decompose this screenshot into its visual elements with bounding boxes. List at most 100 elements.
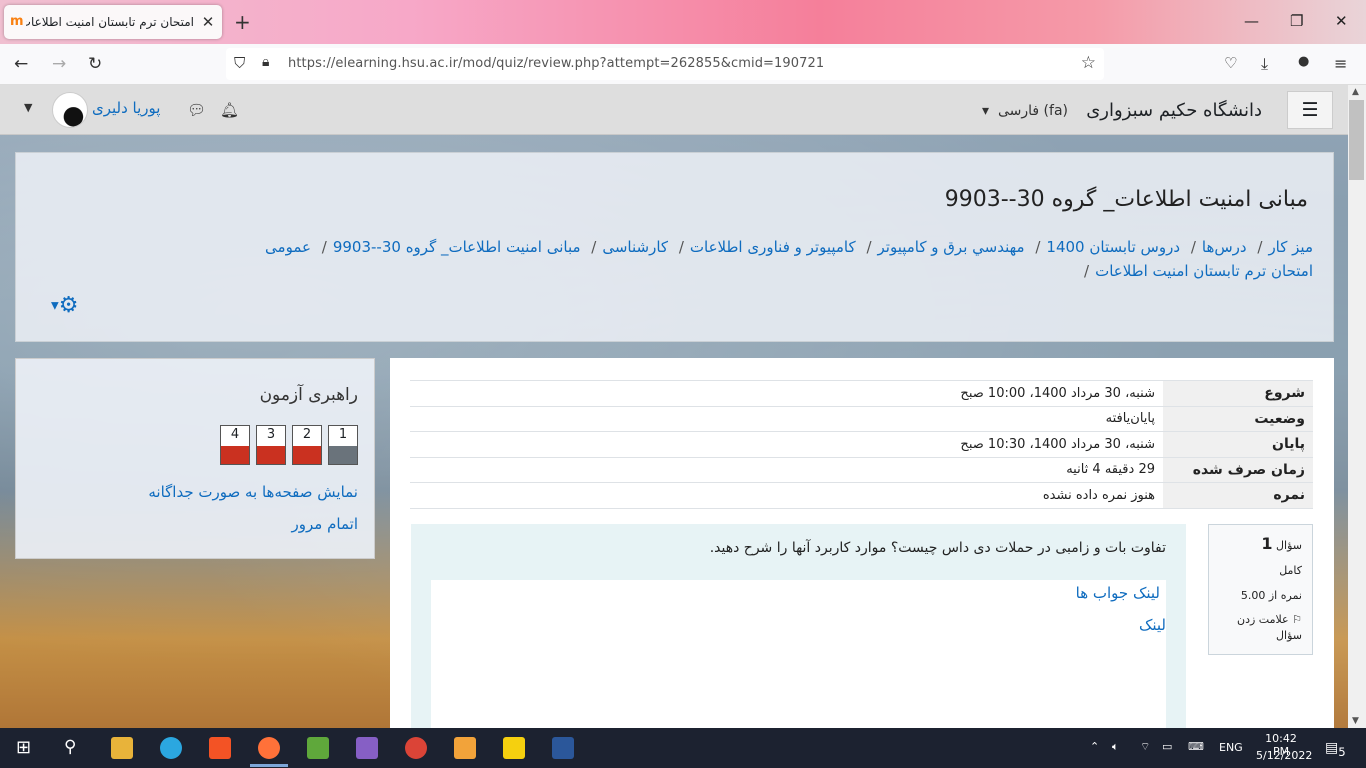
quiz-nav-question-4[interactable]: 4 bbox=[220, 425, 250, 465]
word-icon[interactable] bbox=[552, 737, 574, 759]
app-icon[interactable] bbox=[307, 737, 329, 759]
breadcrumb-item-faculty[interactable]: مهندسي برق و کامپیوتر bbox=[878, 238, 1025, 256]
notifications-icon[interactable]: ▤5 bbox=[1325, 740, 1346, 759]
file-explorer-icon[interactable] bbox=[111, 737, 133, 759]
breadcrumb-item-general[interactable]: عمومی bbox=[265, 238, 311, 256]
volume-icon[interactable]: 🔈︎ bbox=[1112, 740, 1119, 754]
shield-icon[interactable]: ⛉ bbox=[234, 54, 245, 72]
extension-icon[interactable]: ● bbox=[1298, 54, 1309, 69]
summary-value: پایان‌یافته bbox=[1105, 411, 1155, 427]
windows-start-icon[interactable]: ⊞ bbox=[16, 737, 31, 758]
firefox-icon[interactable] bbox=[258, 737, 280, 759]
quiz-navigation-title: راهبری آزمون bbox=[259, 385, 358, 405]
breadcrumb-item-department[interactable]: کامپیوتر و فناوری اطلاعات bbox=[690, 238, 856, 256]
forward-icon[interactable]: → bbox=[52, 54, 66, 74]
question-state-bar bbox=[329, 446, 357, 464]
question-number: 3 bbox=[266, 427, 276, 442]
breadcrumb-item-bachelor[interactable]: کارشناسی bbox=[602, 238, 668, 256]
answer-link-2[interactable]: لینک bbox=[1139, 616, 1166, 634]
battery-icon[interactable]: ▭ bbox=[1162, 740, 1172, 753]
hamburger-menu-button[interactable]: ☰ bbox=[1287, 91, 1333, 129]
network-icon[interactable]: ⌔ bbox=[1140, 740, 1150, 754]
table-row: وضعیت پایان‌یافته bbox=[410, 406, 1313, 432]
search-icon[interactable]: ⚲ bbox=[64, 737, 76, 757]
chevron-up-icon[interactable]: ⌃ bbox=[1090, 740, 1099, 753]
main-content: شروع شنبه، 30 مرداد 1400، 10:00 صبح وضعیت… bbox=[390, 358, 1334, 728]
visual-studio-icon[interactable] bbox=[356, 737, 378, 759]
scroll-down-icon[interactable]: ▼ bbox=[1352, 716, 1359, 726]
url-text[interactable]: https://elearning.hsu.ac.ir/mod/quiz/rev… bbox=[288, 56, 824, 71]
summary-label: نمره bbox=[1163, 482, 1313, 508]
avatar[interactable] bbox=[52, 92, 88, 128]
active-app-indicator bbox=[250, 764, 288, 767]
question-number: 4 bbox=[230, 427, 240, 442]
summary-value: شنبه، 30 مرداد 1400، 10:30 صبح bbox=[960, 436, 1155, 452]
close-tab-icon[interactable]: ✕ bbox=[200, 13, 216, 31]
language-selector[interactable]: ▾ فارسی (fa) bbox=[982, 103, 1068, 119]
question-number: 2 bbox=[302, 427, 312, 442]
scrollbar-thumb[interactable] bbox=[1349, 100, 1364, 180]
close-window-icon[interactable]: ✕ bbox=[1335, 12, 1348, 30]
chevron-down-icon: ▾ bbox=[982, 103, 990, 119]
question-number: 1 bbox=[1261, 534, 1273, 553]
language-label: فارسی (fa) bbox=[997, 103, 1068, 119]
answer-link-1[interactable]: لینک جواب ها bbox=[1076, 584, 1160, 602]
question-info: سؤال 1 کامل نمره از 5.00 ⚐ علامت زدن سؤا… bbox=[1208, 524, 1313, 655]
menu-icon[interactable]: ≡ bbox=[1334, 54, 1347, 73]
browser-tab[interactable]: m امتحان ترم تابستان امنیت اطلاعات ✕ bbox=[4, 5, 222, 39]
reload-icon[interactable]: ↻ bbox=[88, 54, 102, 74]
finish-review-link[interactable]: اتمام مرور bbox=[292, 515, 358, 533]
minimize-icon[interactable]: — bbox=[1244, 12, 1259, 30]
lock-icon[interactable]: 🔒︎ bbox=[262, 54, 269, 70]
pocket-icon[interactable]: ♡ bbox=[1224, 54, 1237, 72]
player-icon[interactable] bbox=[503, 737, 525, 759]
show-pages-link[interactable]: نمایش صفحه‌ها به صورت جداگانه bbox=[148, 483, 358, 501]
summary-label: شروع bbox=[1163, 380, 1313, 406]
restore-icon[interactable]: ❐ bbox=[1290, 12, 1303, 30]
quiz-nav-question-1[interactable]: 1 bbox=[328, 425, 358, 465]
table-row: شروع شنبه، 30 مرداد 1400، 10:00 صبح bbox=[410, 380, 1313, 406]
table-row: نمره هنوز نمره داده نشده bbox=[410, 482, 1313, 508]
summary-label: پایان bbox=[1163, 431, 1313, 457]
site-header: ☰ دانشگاه حکیم سبزواری ▾ فارسی (fa) 🔔︎ 💬… bbox=[0, 85, 1348, 135]
question-prefix: سؤال bbox=[1276, 539, 1302, 552]
edge-icon[interactable] bbox=[160, 737, 182, 759]
breadcrumb-item-courses[interactable]: درس‌ها bbox=[1202, 238, 1247, 256]
downloads-icon[interactable]: ⤓ bbox=[1261, 54, 1268, 74]
bell-icon[interactable]: 🔔︎ bbox=[220, 101, 239, 119]
breadcrumb: میز کار/ درس‌ها/ دروس تابستان 1400/ مهند… bbox=[265, 238, 1313, 280]
breadcrumb-item-course[interactable]: مبانی امنیت اطلاعات_ گروه 30--9903 bbox=[333, 238, 581, 256]
media-app-icon[interactable] bbox=[454, 737, 476, 759]
clock-date[interactable]: 5/12/2022 bbox=[1256, 749, 1312, 762]
new-tab-icon[interactable]: + bbox=[234, 10, 251, 34]
moodle-favicon-icon: m bbox=[10, 14, 24, 29]
keyboard-icon[interactable]: ⌨ bbox=[1188, 740, 1204, 753]
flag-question-link[interactable]: ⚐ علامت زدن سؤال bbox=[1219, 612, 1302, 644]
browser-tab-bar: m امتحان ترم تابستان امنیت اطلاعات ✕ + —… bbox=[0, 0, 1366, 44]
breadcrumb-item-dashboard[interactable]: میز کار bbox=[1268, 238, 1313, 256]
scroll-up-icon[interactable]: ▲ bbox=[1352, 87, 1359, 97]
summary-value: شنبه، 30 مرداد 1400، 10:00 صبح bbox=[960, 385, 1155, 401]
back-icon[interactable]: ← bbox=[14, 54, 28, 74]
vertical-scrollbar[interactable]: ▲ ▼ bbox=[1348, 85, 1366, 728]
address-bar[interactable]: ⛉ 🔒︎ https://elearning.hsu.ac.ir/mod/qui… bbox=[226, 48, 1104, 80]
breadcrumb-item-quiz[interactable]: امتحان ترم تابستان امنیت اطلاعات bbox=[1095, 262, 1313, 280]
quiz-nav-question-3[interactable]: 3 bbox=[256, 425, 286, 465]
quiz-navigation-block: راهبری آزمون 1 2 3 4 نمایش صفحه‌ها به صو… bbox=[15, 358, 375, 559]
site-name[interactable]: دانشگاه حکیم سبزواری bbox=[1086, 100, 1262, 121]
chrome-icon[interactable] bbox=[405, 737, 427, 759]
store-icon[interactable] bbox=[209, 737, 231, 759]
message-icon[interactable]: 💬︎ bbox=[187, 101, 206, 119]
quiz-nav-question-2[interactable]: 2 bbox=[292, 425, 322, 465]
user-name[interactable]: پوریا دلیری bbox=[92, 99, 160, 117]
breadcrumb-item-summer[interactable]: دروس تابستان 1400 bbox=[1046, 238, 1180, 256]
user-menu-chevron-icon[interactable]: ▼ bbox=[24, 101, 32, 114]
question-status: کامل bbox=[1279, 564, 1302, 577]
language-indicator[interactable]: ENG bbox=[1219, 741, 1243, 754]
bookmark-star-icon[interactable]: ☆ bbox=[1081, 53, 1096, 73]
gear-icon[interactable]: ▼⚙ bbox=[51, 293, 78, 318]
question-state-bar bbox=[293, 446, 321, 464]
summary-label: وضعیت bbox=[1163, 406, 1313, 432]
course-header: مبانی امنیت اطلاعات_ گروه 30--9903 میز ک… bbox=[15, 152, 1334, 342]
attempt-summary-table: شروع شنبه، 30 مرداد 1400، 10:00 صبح وضعیت… bbox=[410, 380, 1313, 509]
